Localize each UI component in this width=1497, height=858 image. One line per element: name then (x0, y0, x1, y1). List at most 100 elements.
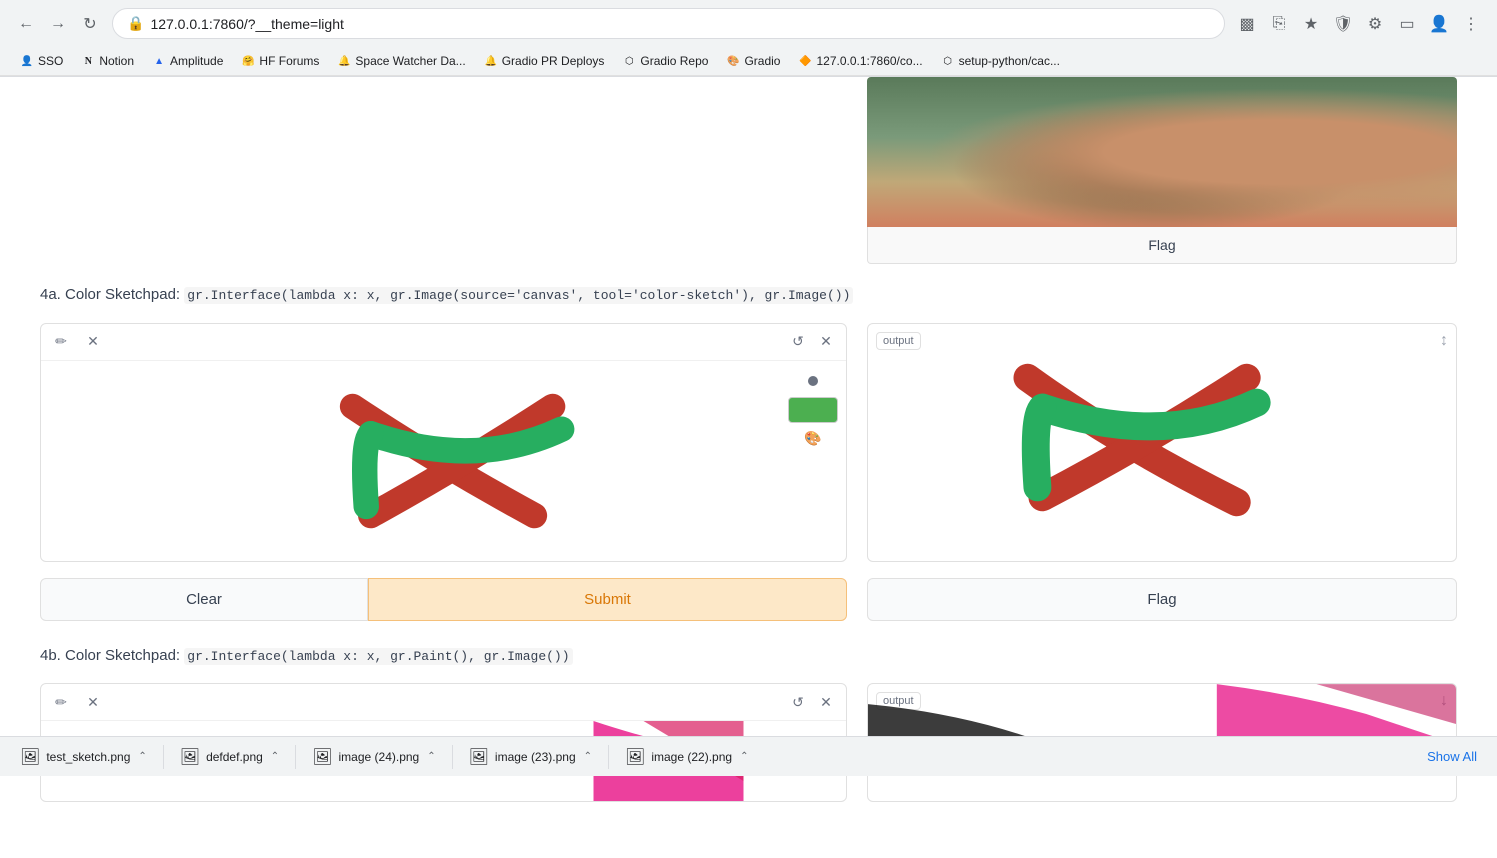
output-drawing-area-4a (868, 324, 1456, 561)
gradio-favicon: 🎨 (726, 54, 740, 68)
canvas-close-btn[interactable]: ✕ (81, 330, 105, 354)
download-arrow-image-22[interactable]: ⌃ (740, 751, 748, 762)
divider-3 (452, 745, 453, 769)
canvas-toolbar-left-4b: ✏ ✕ (49, 690, 105, 714)
canvas-delete-btn-4b[interactable]: ✕ (814, 690, 838, 714)
gradio-repo-label: Gradio Repo (640, 54, 708, 68)
canvas-close-btn-4b[interactable]: ✕ (81, 690, 105, 714)
sso-favicon: 👤 (20, 54, 34, 68)
menu-icon[interactable]: ⋮ (1457, 10, 1485, 38)
download-item-defdef[interactable]: 🖼 defdef.png ⌃ (172, 743, 287, 771)
localhost-favicon: 🔶 (798, 54, 812, 68)
bookmark-gradio[interactable]: 🎨 Gradio (718, 51, 788, 71)
canvas-toolbar-right: ↺ ✕ (786, 330, 838, 354)
canvas-toolbar: ✏ ✕ ↺ ✕ (41, 324, 846, 361)
bookmarks-bar: 👤 SSO N Notion ▲ Amplitude 🤗 HF Forums 🔔… (0, 47, 1497, 76)
back-button[interactable]: ← (12, 10, 40, 38)
bookmark-hf-forums[interactable]: 🤗 HF Forums (233, 51, 327, 71)
canvas-drawing-area[interactable]: 🎨 (41, 361, 846, 561)
gradio-pr-label: Gradio PR Deploys (502, 54, 605, 68)
color-swatch[interactable] (788, 397, 838, 423)
forward-button[interactable]: → (44, 10, 72, 38)
lock-icon: 🔒 (127, 15, 144, 32)
canvas-delete-btn[interactable]: ✕ (814, 330, 838, 354)
download-name-defdef: defdef.png (206, 750, 263, 764)
palette-btn[interactable]: 🎨 (801, 427, 825, 451)
output-sketch-svg-4a (868, 324, 1456, 561)
refresh-button[interactable]: ↻ (76, 10, 104, 38)
bookmark-sso[interactable]: 👤 SSO (12, 51, 71, 71)
divider-1 (163, 745, 164, 769)
show-all-button[interactable]: Show All (1419, 745, 1485, 768)
bookmark-gradio-pr[interactable]: 🔔 Gradio PR Deploys (476, 51, 613, 71)
profile-icon[interactable]: 👤 (1425, 10, 1453, 38)
download-item-image-24[interactable]: 🖼 image (24).png ⌃ (304, 743, 443, 771)
amplitude-label: Amplitude (170, 54, 223, 68)
pencil-icon-btn-4b[interactable]: ✏ (49, 690, 73, 714)
url-text: 127.0.0.1:7860/?__theme=light (150, 16, 1210, 32)
download-name-image-23: image (23).png (495, 750, 576, 764)
share-icon[interactable]: ⎘ (1265, 10, 1293, 38)
canvas-toolbar-left: ✏ ✕ (49, 330, 105, 354)
window-icon[interactable]: ▭ (1393, 10, 1421, 38)
sketchpad-section-4a: ✏ ✕ ↺ ✕ (40, 323, 1457, 562)
top-image-section: Flag (40, 77, 1457, 264)
download-arrow-image-23[interactable]: ⌃ (584, 751, 592, 762)
download-icon-test-sketch: 🖼 (20, 747, 40, 767)
top-flag-button[interactable]: Flag (867, 227, 1457, 264)
canvas-sketch-svg (41, 361, 846, 561)
download-item-test-sketch[interactable]: 🖼 test_sketch.png ⌃ (12, 743, 155, 771)
section-4b-heading: 4b. Color Sketchpad: gr.Interface(lambda… (40, 645, 1457, 668)
hf-favicon: 🤗 (241, 54, 255, 68)
gradio-repo-favicon: ⬡ (622, 54, 636, 68)
download-arrow-image-24[interactable]: ⌃ (427, 751, 435, 762)
canvas-toolbar-4b: ✏ ✕ ↺ ✕ (41, 684, 846, 721)
download-arrow-defdef[interactable]: ⌃ (271, 751, 279, 762)
brush-size-btn[interactable] (801, 369, 825, 393)
bookmark-space-watcher[interactable]: 🔔 Space Watcher Da... (329, 51, 473, 71)
canvas-reset-btn-4b[interactable]: ↺ (786, 690, 810, 714)
bookmark-amplitude[interactable]: ▲ Amplitude (144, 51, 231, 71)
hf-label: HF Forums (259, 54, 319, 68)
image-output-container: Flag (867, 77, 1457, 264)
setup-python-favicon: ⬡ (941, 54, 955, 68)
download-icon-image-23: 🖼 (469, 747, 489, 767)
section-4b-code: gr.Interface(lambda x: x, gr.Paint(), gr… (184, 648, 572, 665)
bookmark-localhost[interactable]: 🔶 127.0.0.1:7860/co... (790, 51, 930, 71)
download-arrow-test-sketch[interactable]: ⌃ (138, 751, 146, 762)
flag-button-4a[interactable]: Flag (867, 578, 1457, 621)
nav-buttons: ← → ↻ (12, 10, 104, 38)
output-panel-4a: output ↕ (867, 323, 1457, 562)
bookmark-setup-python[interactable]: ⬡ setup-python/cac... (933, 51, 1068, 71)
download-item-image-22[interactable]: 🖼 image (22).png ⌃ (617, 743, 756, 771)
extensions-icon[interactable]: ⚙ (1361, 10, 1389, 38)
screen-share-icon[interactable]: ▩ (1233, 10, 1261, 38)
bookmark-notion[interactable]: N Notion (73, 51, 142, 71)
setup-python-label: setup-python/cac... (959, 54, 1060, 68)
download-name-image-24: image (24).png (339, 750, 420, 764)
section-4a-heading: 4a. Color Sketchpad: gr.Interface(lambda… (40, 284, 1457, 307)
canvas-reset-btn[interactable]: ↺ (786, 330, 810, 354)
pencil-icon-btn[interactable]: ✏ (49, 330, 73, 354)
clear-button[interactable]: Clear (40, 578, 368, 621)
gradio-pr-favicon: 🔔 (484, 54, 498, 68)
download-item-image-23[interactable]: 🖼 image (23).png ⌃ (461, 743, 600, 771)
address-bar[interactable]: 🔒 127.0.0.1:7860/?__theme=light (112, 8, 1225, 39)
submit-button[interactable]: Submit (368, 578, 847, 621)
notion-label: Notion (99, 54, 134, 68)
space-watcher-label: Space Watcher Da... (355, 54, 465, 68)
section-4b-label: 4b. Color Sketchpad: (40, 647, 180, 664)
bookmark-star-icon[interactable]: ★ (1297, 10, 1325, 38)
extension-shield-icon[interactable]: 🛡 (1329, 10, 1357, 38)
bookmark-gradio-repo[interactable]: ⬡ Gradio Repo (614, 51, 716, 71)
canvas-input-panel: ✏ ✕ ↺ ✕ (40, 323, 847, 562)
download-icon-image-24: 🖼 (312, 747, 332, 767)
section-4a-code: gr.Interface(lambda x: x, gr.Image(sourc… (184, 287, 853, 304)
canvas-side-toolbar: 🎨 (788, 369, 838, 451)
download-icon-defdef: 🖼 (180, 747, 200, 767)
gradio-label: Gradio (744, 54, 780, 68)
section-4a-label: 4a. Color Sketchpad: (40, 286, 180, 303)
divider-4 (608, 745, 609, 769)
space-watcher-favicon: 🔔 (337, 54, 351, 68)
action-row-left: Clear Submit (40, 578, 847, 621)
